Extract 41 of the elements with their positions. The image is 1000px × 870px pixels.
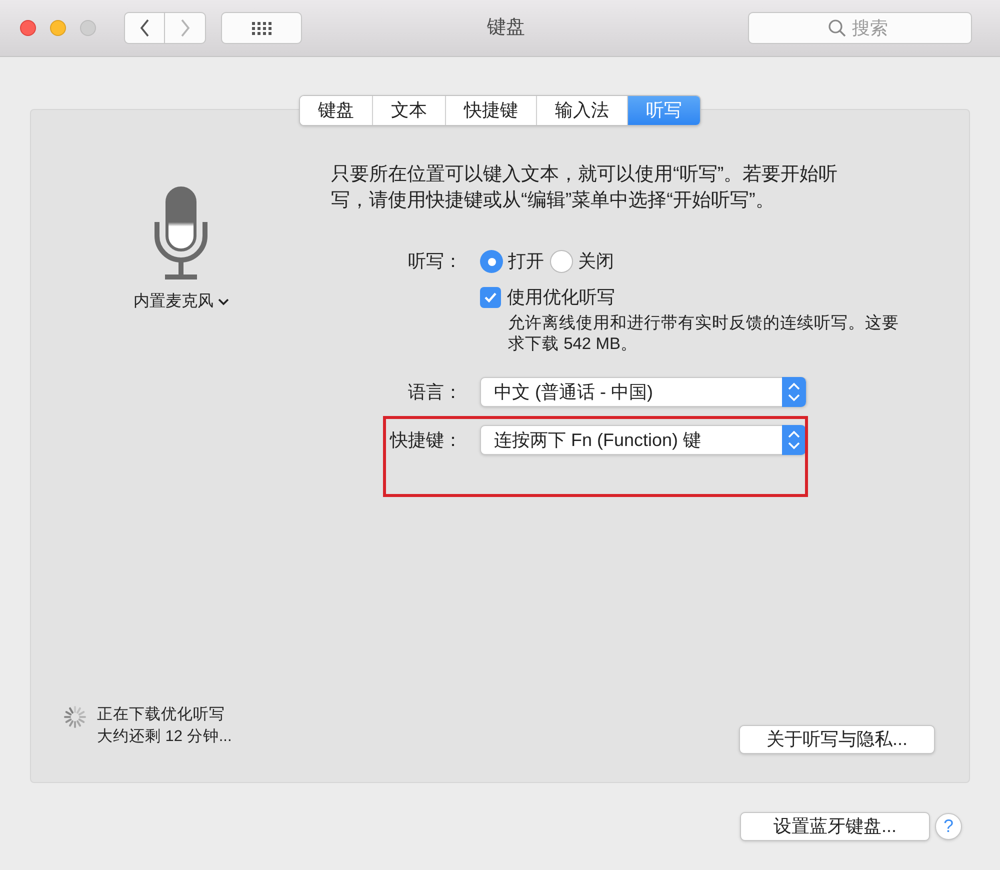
tab[interactable]: 文本 xyxy=(372,96,445,125)
checkmark-icon xyxy=(484,292,497,303)
bluetooth-keyboard-button[interactable]: 设置蓝牙键盘... xyxy=(740,812,930,841)
field-label: 语言： xyxy=(408,380,462,404)
status-text: 大约还剩 12 分钟... xyxy=(97,727,232,747)
radio-option[interactable]: 打开 xyxy=(480,248,544,275)
close-button[interactable] xyxy=(20,20,36,36)
checkbox-label: 使用优化听写 xyxy=(507,286,615,309)
back-button[interactable] xyxy=(124,12,165,44)
field-label: 快捷键： xyxy=(390,428,462,452)
chevron-left-icon xyxy=(140,19,150,37)
stepper-arrows-icon xyxy=(782,425,806,455)
radio-option[interactable]: 关闭 xyxy=(550,248,614,275)
popup-value: 中文 (普通话 - 中国) xyxy=(493,380,654,404)
tab[interactable]: 快捷键 xyxy=(445,96,536,125)
note-text: 允许离线使用和进行带有实时反馈的连续听写。这要求下载 542 MB。 xyxy=(508,313,900,355)
minimize-button[interactable] xyxy=(50,20,66,36)
microphone-menu[interactable]: 内置麦克风 xyxy=(134,290,228,314)
search-icon xyxy=(828,19,846,37)
popup-value: 连按两下 Fn (Function) 键 xyxy=(493,428,702,452)
popup-menu[interactable]: 中文 (普通话 - 中国) xyxy=(480,377,807,407)
stepper-arrows-icon xyxy=(782,377,806,407)
search-input[interactable]: 搜索 xyxy=(852,14,892,42)
grid-icon xyxy=(252,22,272,34)
popup-menu[interactable]: 连按两下 Fn (Function) 键 xyxy=(480,425,807,455)
search-field[interactable]: 搜索 xyxy=(748,12,972,44)
tab[interactable]: 键盘 xyxy=(300,96,372,125)
description-text: 只要所在位置可以键入文本，就可以使用“听写”。若要开始听写，请使用快捷键或从“编辑”菜单中选择“开始听写”。 xyxy=(331,163,839,213)
tab[interactable]: 输入法 xyxy=(536,96,627,125)
field-label: 听写： xyxy=(408,250,462,273)
show-all-button[interactable] xyxy=(221,12,302,44)
chevron-right-icon xyxy=(180,19,190,37)
microphone-icon xyxy=(153,186,209,282)
privacy-button[interactable]: 关于听写与隐私... xyxy=(739,725,935,754)
chevron-down-icon xyxy=(218,298,228,306)
radio-button[interactable] xyxy=(550,250,573,273)
window-title: 键盘 xyxy=(487,16,525,40)
checkbox[interactable] xyxy=(480,287,501,308)
spinner-icon xyxy=(63,705,87,729)
status-text: 正在下载优化听写 xyxy=(97,705,226,725)
radio-button[interactable] xyxy=(480,250,503,273)
